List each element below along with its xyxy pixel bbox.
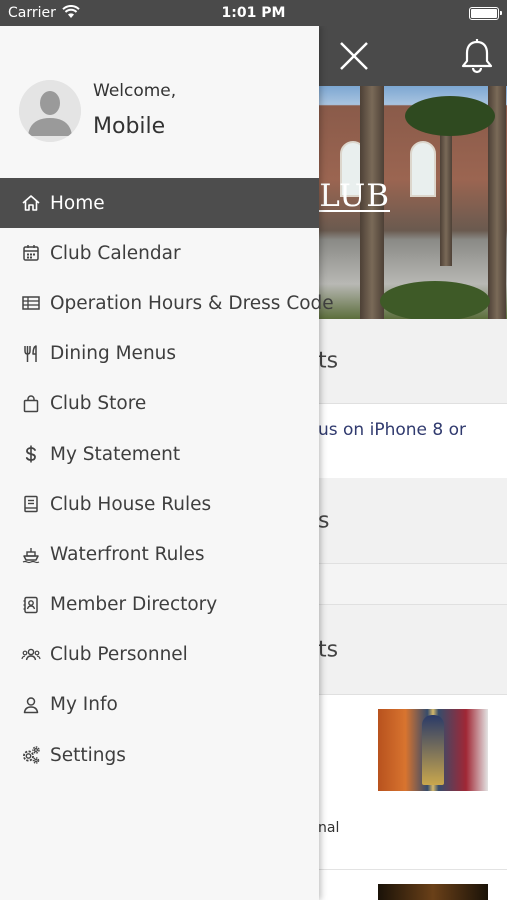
menu-item-label: My Statement	[50, 443, 181, 465]
menu-item-club-store[interactable]: Club Store	[0, 379, 319, 429]
status-bar: Carrier 1:01 PM	[0, 0, 507, 26]
username: Mobile	[93, 114, 166, 139]
menu-item-my-statement[interactable]: My Statement	[0, 429, 319, 479]
menu-item-home[interactable]: Home	[0, 178, 319, 229]
dollar-icon	[21, 444, 41, 464]
event-thumbnail[interactable]	[378, 884, 488, 900]
home-icon	[21, 193, 41, 213]
user-icon	[21, 695, 41, 715]
menu-item-label: Waterfront Rules	[50, 543, 205, 565]
menu-item-label: Club Calendar	[50, 242, 181, 264]
menu-item-club-personnel[interactable]: Club Personnel	[0, 630, 319, 680]
menu-item-waterfront-rules[interactable]: Waterfront Rules	[0, 529, 319, 579]
close-icon[interactable]	[335, 37, 373, 75]
event-snippet: nal	[318, 820, 340, 836]
battery-icon	[469, 7, 502, 20]
status-time: 1:01 PM	[221, 5, 286, 21]
menu-item-my-info[interactable]: My Info	[0, 680, 319, 730]
bell-icon[interactable]	[460, 38, 494, 74]
avatar[interactable]	[19, 80, 81, 142]
address-book-icon	[21, 595, 41, 615]
users-icon	[21, 645, 41, 665]
user-silhouette-icon	[19, 80, 81, 142]
profile-header: Welcome, Mobile	[0, 26, 319, 178]
menu-item-label: Club House Rules	[50, 493, 212, 515]
welcome-label: Welcome,	[93, 81, 177, 101]
menu-item-dining-menus[interactable]: Dining Menus	[0, 329, 319, 379]
menu-item-label: Member Directory	[50, 594, 218, 616]
drawer-menu: Home Club Calendar Operation Hours & Dre…	[0, 178, 334, 780]
ship-icon	[21, 544, 41, 564]
cogs-icon	[21, 745, 41, 765]
menu-item-operation-hours[interactable]: Operation Hours & Dress Code	[0, 278, 334, 328]
menu-item-label: Club Store	[50, 393, 147, 415]
event-thumbnail[interactable]	[378, 709, 488, 791]
menu-item-label: My Info	[50, 694, 118, 716]
table-icon	[21, 293, 41, 313]
menu-item-label: Operation Hours & Dress Code	[50, 292, 334, 314]
calendar-icon	[21, 243, 41, 263]
menu-item-settings[interactable]: Settings	[0, 730, 319, 780]
news-link[interactable]: us on iPhone 8 or	[318, 420, 466, 440]
menu-item-member-directory[interactable]: Member Directory	[0, 580, 319, 630]
shopping-bag-icon	[21, 394, 41, 414]
utensils-icon	[21, 344, 41, 364]
menu-item-club-house-rules[interactable]: Club House Rules	[0, 479, 319, 529]
menu-item-label: Settings	[50, 744, 126, 766]
menu-item-club-calendar[interactable]: Club Calendar	[0, 228, 319, 278]
menu-item-label: Dining Menus	[50, 343, 177, 365]
menu-item-label: Club Personnel	[50, 644, 188, 666]
nav-drawer: Welcome, Mobile Home Club Calendar Opera…	[0, 26, 334, 900]
menu-item-label: Home	[50, 192, 105, 214]
book-icon	[21, 494, 41, 514]
divider	[318, 869, 507, 870]
